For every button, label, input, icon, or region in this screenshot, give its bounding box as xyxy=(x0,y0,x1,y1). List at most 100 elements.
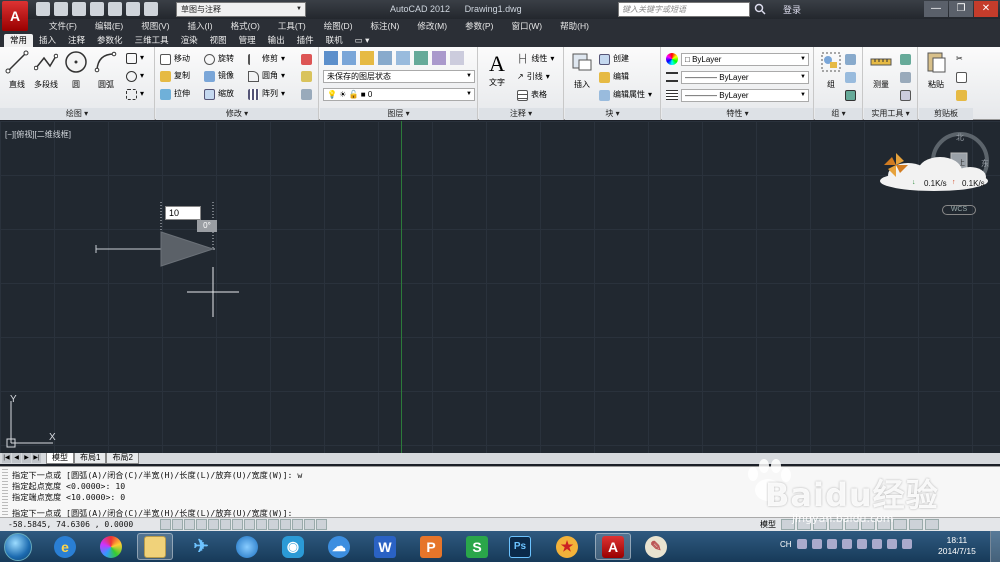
taskbar-paint[interactable]: ✎ xyxy=(638,533,674,560)
tab-output[interactable]: 输出 xyxy=(262,34,291,47)
table-button[interactable]: 表格 xyxy=(517,88,547,102)
circle-button[interactable]: 圆 xyxy=(61,50,91,90)
print-icon[interactable] xyxy=(108,2,122,16)
properties-panel-title[interactable]: 特性 ▾ xyxy=(662,108,813,120)
draw-panel-title[interactable]: 绘图 ▾ xyxy=(0,108,154,120)
dyn-toggle[interactable] xyxy=(256,519,267,530)
menu-modify[interactable]: 修改(M) xyxy=(408,20,456,32)
color-select[interactable]: □ ByLayer xyxy=(681,53,809,66)
tab-plugins[interactable]: 插件 xyxy=(291,34,320,47)
clean-screen-button[interactable] xyxy=(925,519,939,530)
layer-isolate-icon[interactable] xyxy=(342,51,356,65)
create-block-button[interactable]: 创建 xyxy=(599,52,629,66)
text-button[interactable]: A 文字 xyxy=(482,50,512,88)
taskbar-browser[interactable] xyxy=(229,533,265,560)
volume-icon[interactable] xyxy=(886,539,897,549)
insert-block-button[interactable]: 插入 xyxy=(567,50,597,90)
lineweight-select[interactable]: ———— ByLayer xyxy=(681,89,809,102)
polar-toggle[interactable] xyxy=(196,519,207,530)
last-tab-icon[interactable]: ▶| xyxy=(32,453,41,463)
flag-icon[interactable] xyxy=(901,539,912,549)
taskbar-explorer[interactable] xyxy=(137,533,173,560)
copy-button[interactable]: 复制 xyxy=(160,69,190,83)
menu-window[interactable]: 窗口(W) xyxy=(502,20,551,32)
groups-panel-title[interactable]: 组 ▾ xyxy=(815,108,862,120)
osnap-toggle[interactable] xyxy=(208,519,219,530)
help-icon[interactable] xyxy=(811,539,822,549)
ungroup-button[interactable] xyxy=(845,52,856,66)
menu-view[interactable]: 视图(V) xyxy=(132,20,178,32)
layers-panel-title[interactable]: 图层 ▾ xyxy=(320,108,477,120)
save-as-icon[interactable] xyxy=(90,2,104,16)
system-clock[interactable]: 18:11 2014/7/15 xyxy=(938,535,976,557)
paste-button[interactable]: 粘贴 xyxy=(921,50,951,90)
menu-insert[interactable]: 插入(I) xyxy=(179,20,222,32)
taskbar-wps-writer[interactable]: W xyxy=(367,533,403,560)
redo-icon[interactable] xyxy=(144,2,158,16)
undo-icon[interactable] xyxy=(126,2,140,16)
keyboard-icon[interactable] xyxy=(796,539,807,549)
taskbar-ie[interactable]: e xyxy=(47,533,83,560)
rotate-button[interactable]: 旋转 xyxy=(204,52,234,66)
dynamic-input-field[interactable]: 10 xyxy=(165,206,201,220)
block-panel-title[interactable]: 块 ▾ xyxy=(565,108,660,120)
show-desktop-button[interactable] xyxy=(990,531,1000,562)
taskbar-photoshop[interactable]: Ps xyxy=(502,533,538,560)
tab-layout1[interactable]: 布局1 xyxy=(74,453,107,464)
clipboard-panel-title[interactable]: 剪贴板 xyxy=(919,108,973,120)
ribbon-toggle-icon[interactable]: ▭ ▾ xyxy=(349,34,376,47)
copy-clip-button[interactable] xyxy=(956,70,967,84)
menu-edit[interactable]: 编辑(E) xyxy=(86,20,132,32)
tab-model[interactable]: 模型 xyxy=(46,453,74,464)
move-button[interactable]: 移动 xyxy=(160,52,190,66)
menu-file[interactable]: 文件(F) xyxy=(40,20,86,32)
isolate-objects-button[interactable] xyxy=(909,519,923,530)
taskbar-game[interactable]: ★ xyxy=(549,533,585,560)
rectangle-button[interactable]: ▾ xyxy=(126,51,144,65)
scale-button[interactable]: 缩放 xyxy=(204,87,234,101)
erase-button[interactable] xyxy=(301,52,312,66)
annotation-panel-title[interactable]: 注释 ▾ xyxy=(479,108,563,120)
id-point-button[interactable] xyxy=(900,88,911,102)
taskbar-photo[interactable] xyxy=(93,533,129,560)
workspace-select[interactable]: 草图与注释 ▼ xyxy=(176,2,306,17)
snap-toggle[interactable] xyxy=(160,519,171,530)
new-file-icon[interactable] xyxy=(36,2,50,16)
lwt-toggle[interactable] xyxy=(268,519,279,530)
group-button[interactable]: 组 xyxy=(816,50,846,90)
network-icon[interactable] xyxy=(871,539,882,549)
trim-button[interactable]: 修剪 ▾ xyxy=(248,52,285,66)
layer-walk-icon[interactable] xyxy=(432,51,446,65)
tpy-toggle[interactable] xyxy=(280,519,291,530)
linear-dimension-button[interactable]: ├┤ 线性 ▾ xyxy=(517,52,554,66)
grid-toggle[interactable] xyxy=(172,519,183,530)
tab-online[interactable]: 联机 xyxy=(320,34,349,47)
language-indicator[interactable]: CH xyxy=(780,540,792,549)
search-icon[interactable] xyxy=(754,3,766,15)
tab-render[interactable]: 渲染 xyxy=(175,34,204,47)
modify-panel-title[interactable]: 修改 ▾ xyxy=(156,108,318,120)
taskbar-bird[interactable]: ✈ xyxy=(183,533,219,560)
start-button[interactable] xyxy=(4,533,32,561)
quick-select-button[interactable] xyxy=(900,52,911,66)
tray-app-icon[interactable] xyxy=(841,539,852,549)
stretch-button[interactable]: 拉伸 xyxy=(160,87,190,101)
edit-attributes-button[interactable]: 编辑属性 ▾ xyxy=(599,88,652,102)
close-button[interactable]: ✕ xyxy=(974,1,998,17)
taskbar-player[interactable]: ◉ xyxy=(275,533,311,560)
arc-button[interactable]: 圆弧 xyxy=(91,50,121,90)
am-toggle[interactable] xyxy=(316,519,327,530)
drawing-canvas[interactable]: [−][俯视][二维线框] 10 0° 北 西 东 上 WCS ↓ xyxy=(0,121,1000,453)
hatch-button[interactable]: ▾ xyxy=(126,87,144,101)
3dosnap-toggle[interactable] xyxy=(220,519,231,530)
otrack-toggle[interactable] xyxy=(232,519,243,530)
tab-insert[interactable]: 插入 xyxy=(33,34,62,47)
ortho-toggle[interactable] xyxy=(184,519,195,530)
qp-toggle[interactable] xyxy=(292,519,303,530)
group-select-button[interactable] xyxy=(845,88,856,102)
model-space-label[interactable]: 模型 xyxy=(760,519,776,530)
open-file-icon[interactable] xyxy=(54,2,68,16)
explode-button[interactable] xyxy=(301,69,312,83)
cut-button[interactable]: ✂ xyxy=(956,52,963,66)
minimize-button[interactable]: — xyxy=(924,1,948,17)
